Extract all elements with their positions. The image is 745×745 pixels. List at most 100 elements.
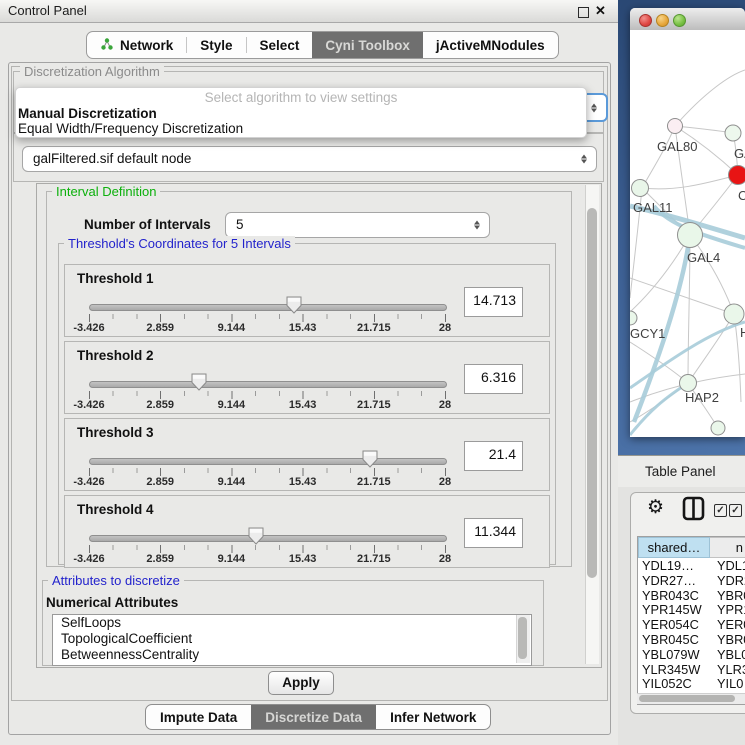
network-node[interactable] xyxy=(729,166,745,185)
attribute-list-item[interactable]: TopologicalCoefficient xyxy=(53,631,531,647)
slider-tick-label: 2.859 xyxy=(146,476,174,488)
cell-name[interactable]: YBR0 xyxy=(713,633,745,648)
cell-shared-name[interactable]: YDL19… xyxy=(638,559,713,574)
combo-arrows-icon xyxy=(581,155,587,164)
column-header-shared-name[interactable]: shared… xyxy=(638,537,710,558)
table-row[interactable]: YDR27…YDR2 xyxy=(638,574,745,589)
close-traffic-light[interactable] xyxy=(639,14,652,27)
node-attribute-table: shared… n YDL19…YDL1YDR27…YDR2YBR043CYBR… xyxy=(637,536,745,705)
cell-name[interactable]: YIL0 xyxy=(713,677,745,692)
tab-network[interactable]: Network xyxy=(87,32,186,58)
tab-cyni-toolbox[interactable]: Cyni Toolbox xyxy=(312,32,423,58)
tab-infer-network[interactable]: Infer Network xyxy=(376,705,490,729)
table-row[interactable]: YBR045CYBR0 xyxy=(638,633,745,648)
slider-tick-labels: -3.4262.8599.14415.4321.71528 xyxy=(65,322,549,334)
control-panel: Control Panel ✕ Network Style Select Cyn… xyxy=(0,0,618,745)
column-header-name[interactable]: n xyxy=(710,537,745,558)
table-row[interactable]: YPR145WYPR1 xyxy=(638,603,745,618)
network-node[interactable] xyxy=(668,119,683,134)
cell-name[interactable]: YLR3 xyxy=(713,663,745,678)
network-node[interactable] xyxy=(630,311,637,325)
threshold-slider-track[interactable] xyxy=(89,535,447,542)
network-node[interactable] xyxy=(724,304,744,324)
checkbox-icon[interactable]: ✓ xyxy=(714,504,727,517)
network-canvas[interactable]: GAL80GACGAL11GAL4GCY1HHAP2 xyxy=(630,30,745,437)
threshold-value-field[interactable]: 6.316 xyxy=(464,364,523,394)
table-row[interactable]: YIL052CYIL0 xyxy=(638,677,745,692)
network-window-titlebar[interactable] xyxy=(630,8,745,31)
cell-name[interactable]: YER0 xyxy=(713,618,745,633)
threshold-box: Threshold 2 -3.4262.8599.14415.4321.7152… xyxy=(64,341,550,414)
close-icon[interactable]: ✕ xyxy=(595,3,606,19)
number-of-intervals-combobox[interactable]: 5 xyxy=(225,212,490,238)
gear-icon[interactable]: ⚙ xyxy=(647,497,664,519)
table-panel-title: Table Panel xyxy=(645,456,716,488)
columns-icon[interactable] xyxy=(682,496,705,526)
slider-tick-label: 9.144 xyxy=(218,399,246,411)
network-node[interactable] xyxy=(678,223,703,248)
tab-style[interactable]: Style xyxy=(187,32,245,58)
network-view-window[interactable]: GAL80GACGAL11GAL4GCY1HHAP2 xyxy=(630,8,745,437)
threshold-value-field[interactable]: 21.4 xyxy=(464,441,523,471)
dropdown-option-equal-width-frequency[interactable]: Equal Width/Frequency Discretization xyxy=(16,121,586,136)
slider-tick-label: 15.43 xyxy=(289,553,317,565)
slider-tick-label: 15.43 xyxy=(289,322,317,334)
network-node[interactable] xyxy=(711,421,725,435)
table-hscrollbar-thumb[interactable] xyxy=(639,695,735,702)
cell-shared-name[interactable]: YER054C xyxy=(638,618,713,633)
slider-tick-label: 28 xyxy=(439,476,451,488)
cell-shared-name[interactable]: YDR27… xyxy=(638,574,713,589)
threshold-slider-track[interactable] xyxy=(89,381,447,388)
network-node[interactable] xyxy=(680,375,697,392)
network-node-label: C xyxy=(738,188,745,203)
attributes-scrollbar-thumb[interactable] xyxy=(518,617,527,659)
attribute-list-item[interactable]: SelfLoops xyxy=(53,615,531,631)
network-node[interactable] xyxy=(725,125,741,141)
interval-definition-title: Interval Definition xyxy=(52,184,160,199)
zoom-traffic-light[interactable] xyxy=(673,14,686,27)
cell-shared-name[interactable]: YBL079W xyxy=(638,648,713,663)
panel-title: Control Panel xyxy=(8,0,87,22)
cell-name[interactable]: YDR2 xyxy=(713,574,745,589)
network-node[interactable] xyxy=(632,180,649,197)
table-row[interactable]: YDL19…YDL1 xyxy=(638,559,745,574)
tab-select[interactable]: Select xyxy=(247,32,313,58)
threshold-box: Threshold 1 -3.4262.8599.14415.4321.7152… xyxy=(64,264,550,337)
threshold-slider-track[interactable] xyxy=(89,458,447,465)
cell-shared-name[interactable]: YIL052C xyxy=(638,677,713,692)
minimize-traffic-light[interactable] xyxy=(656,14,669,27)
tab-discretize-data[interactable]: Discretize Data xyxy=(251,705,376,729)
cell-name[interactable]: YBL0 xyxy=(713,648,745,663)
threshold-value-field[interactable]: 11.344 xyxy=(464,518,523,548)
tab-impute-data[interactable]: Impute Data xyxy=(146,705,251,729)
table-row[interactable]: YER054CYER0 xyxy=(638,618,745,633)
settings-scrollbar-thumb[interactable] xyxy=(587,208,597,578)
cell-shared-name[interactable]: YBR043C xyxy=(638,589,713,604)
dropdown-option-manual-discretization[interactable]: Manual Discretization xyxy=(16,106,586,121)
table-row[interactable]: YBR043CYBR0 xyxy=(638,589,745,604)
table-row[interactable]: YLR345WYLR3 xyxy=(638,663,745,678)
apply-button[interactable]: Apply xyxy=(268,671,334,695)
float-window-icon[interactable] xyxy=(578,7,589,18)
cell-name[interactable]: YPR1 xyxy=(713,603,745,618)
table-row[interactable]: YBL079WYBL0 xyxy=(638,648,745,663)
network-node-label: GAL11 xyxy=(633,200,673,215)
cell-name[interactable]: YDL1 xyxy=(713,559,745,574)
threshold-slider-handle[interactable] xyxy=(362,450,378,468)
attribute-list-item[interactable]: BetweennessCentrality xyxy=(53,647,531,663)
threshold-slider-track[interactable] xyxy=(89,304,447,311)
table-data-combobox[interactable]: galFiltered.sif default node xyxy=(22,146,597,172)
cell-shared-name[interactable]: YBR045C xyxy=(638,633,713,648)
slider-tick-label: 21.715 xyxy=(357,553,391,565)
cell-shared-name[interactable]: YLR345W xyxy=(638,663,713,678)
threshold-slider-handle[interactable] xyxy=(248,527,264,545)
threshold-slider-handle[interactable] xyxy=(191,373,207,391)
tab-jactivemnodules[interactable]: jActiveMNodules xyxy=(423,32,558,58)
threshold-slider-handle[interactable] xyxy=(286,296,302,314)
numerical-attributes-list[interactable]: SelfLoopsTopologicalCoefficientBetweenne… xyxy=(52,614,532,666)
cell-name[interactable]: YBR0 xyxy=(713,589,745,604)
network-node-label: HAP2 xyxy=(685,390,719,405)
checkbox-icon[interactable]: ✓ xyxy=(729,504,742,517)
threshold-value-field[interactable]: 14.713 xyxy=(464,287,523,317)
cell-shared-name[interactable]: YPR145W xyxy=(638,603,713,618)
